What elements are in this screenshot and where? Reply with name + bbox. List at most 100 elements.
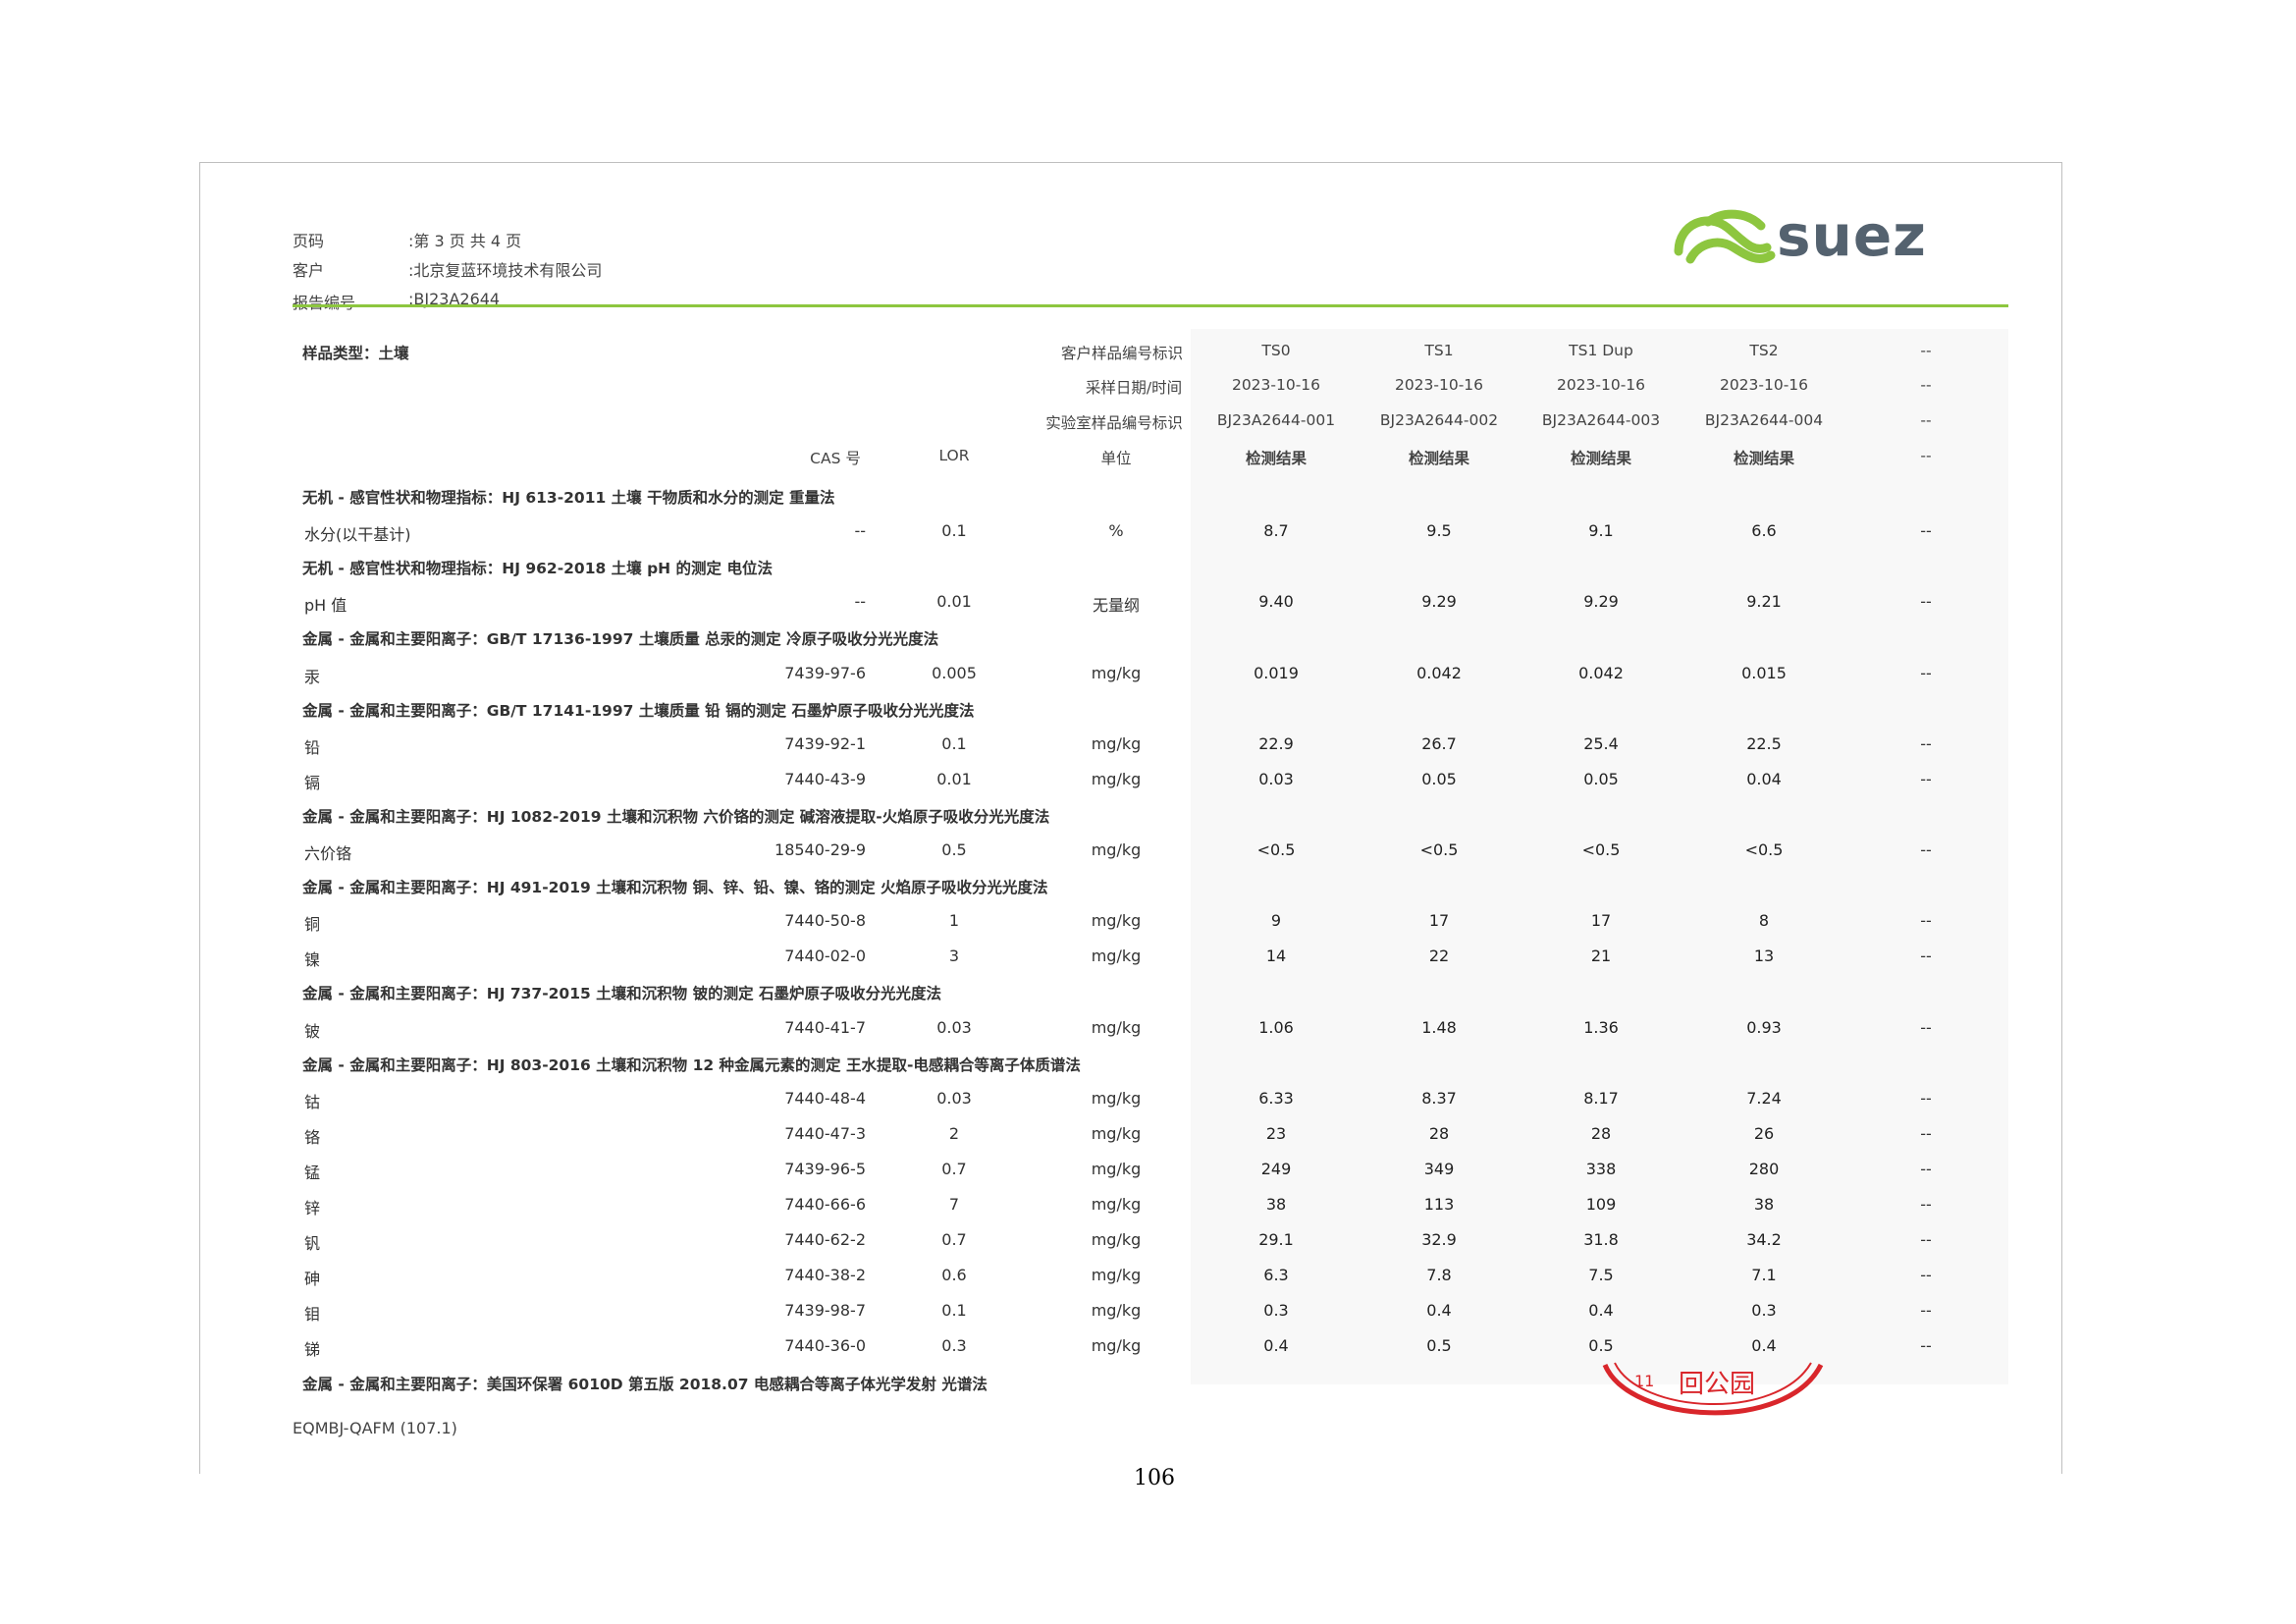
analyte-name: 钒: [304, 1234, 321, 1254]
table-header-row-2: 采样日期/时间 2023-10-16 2023-10-16 2023-10-16…: [0, 376, 2296, 406]
col-result-label: 检测结果: [1733, 450, 1795, 467]
client-value: :北京复蓝环境技术有限公司: [408, 261, 603, 280]
unit-value: mg/kg: [1091, 1159, 1142, 1178]
method-section-row: 金属 - 金属和主要阳离子：GB/T 17136-1997 土壤质量 总汞的测定…: [0, 627, 2296, 657]
result-value: 38: [1753, 1195, 1775, 1214]
result-value: 1.48: [1421, 1017, 1457, 1037]
method-section-row: 无机 - 感官性状和物理指标：HJ 613-2011 土壤 干物质和水分的测定 …: [0, 486, 2296, 515]
result-value: 0.4: [1588, 1301, 1614, 1321]
table-row: 锰 7439-96-5 0.7 mg/kg 249 349 338 280 --: [0, 1160, 2296, 1189]
result-value: 9.1: [1588, 521, 1614, 541]
lor-value: 0.1: [941, 733, 967, 753]
result-value: 29.1: [1258, 1230, 1294, 1250]
result-value: 0.042: [1578, 663, 1624, 682]
result-value: 6.3: [1263, 1266, 1289, 1285]
analyte-name: 钼: [304, 1305, 321, 1325]
analyte-name: 锰: [304, 1163, 321, 1182]
lor-value: 0.6: [941, 1266, 967, 1285]
result-value: 8.37: [1421, 1088, 1457, 1108]
analyte-name: 六价铬: [304, 844, 352, 863]
extra-value: --: [1920, 521, 1932, 541]
method-section-row: 金属 - 金属和主要阳离子：GB/T 17141-1997 土壤质量 铅 镉的测…: [0, 699, 2296, 729]
result-value: <0.5: [1744, 840, 1784, 859]
col-date: 2023-10-16: [1719, 376, 1809, 394]
result-value: 7.1: [1751, 1266, 1777, 1285]
result-value: 349: [1423, 1159, 1455, 1178]
lor-label: LOR: [938, 447, 970, 464]
table-row: 砷 7440-38-2 0.6 mg/kg 6.3 7.8 7.5 7.1 --: [0, 1266, 2296, 1295]
result-value: 0.05: [1583, 769, 1619, 788]
col-client-id: TS1 Dup: [1569, 342, 1633, 359]
result-value: 1.06: [1258, 1017, 1294, 1037]
result-value: 28: [1590, 1123, 1612, 1143]
table-header-row-1: 样品类型：土壤 客户样品编号标识 TS0 TS1 TS1 Dup TS2 --: [0, 342, 2296, 371]
col-result-label: 检测结果: [1408, 450, 1470, 467]
cas-number: 7440-41-7: [784, 1017, 866, 1037]
result-value: 8: [1758, 911, 1770, 931]
col-date: 2023-10-16: [1556, 376, 1646, 394]
lor-value: 3: [948, 947, 960, 966]
result-value: 6.33: [1258, 1088, 1294, 1108]
result-value: 0.93: [1746, 1017, 1782, 1037]
result-value: 17: [1428, 911, 1450, 931]
cas-number: 18540-29-9: [774, 840, 866, 859]
table-row: 镉 7440-43-9 0.01 mg/kg 0.03 0.05 0.05 0.04 --: [0, 770, 2296, 799]
analyte-name: pH 值: [304, 596, 347, 616]
extra-value: --: [1920, 733, 1932, 753]
analyte-name: 锑: [304, 1340, 321, 1360]
result-value: 0.4: [1426, 1301, 1452, 1321]
result-value: 25.4: [1583, 733, 1619, 753]
extra-value: --: [1920, 1017, 1932, 1037]
result-value: 26: [1753, 1123, 1775, 1143]
result-value: 0.019: [1254, 663, 1299, 682]
result-value: 38: [1265, 1195, 1287, 1214]
cas-label: CAS 号: [810, 450, 861, 467]
table-row: pH 值 -- 0.01 无量纲 9.40 9.29 9.29 9.21 --: [0, 592, 2296, 622]
method-title: 金属 - 金属和主要阳离子：美国环保署 6010D 第五版 2018.07 电感…: [302, 1375, 988, 1393]
lor-value: 0.005: [932, 663, 977, 682]
lor-value: 7: [948, 1195, 960, 1214]
table-row: 汞 7439-97-6 0.005 mg/kg 0.019 0.042 0.042 0.015…: [0, 664, 2296, 693]
header-info: 页码 :第 3 页 共 4 页 客户 :北京复蓝环境技术有限公司 报告编号 :B…: [293, 226, 881, 324]
extra-col: --: [1920, 447, 1932, 464]
cas-number: 7440-66-6: [784, 1195, 866, 1214]
result-value: 26.7: [1421, 733, 1457, 753]
result-value: 21: [1590, 947, 1612, 966]
cas-number: 7440-62-2: [784, 1230, 866, 1250]
extra-col: --: [1920, 376, 1932, 394]
form-code: EQMBJ-QAFM (107.1): [293, 1419, 457, 1437]
extra-value: --: [1920, 1123, 1932, 1143]
unit-value: mg/kg: [1091, 769, 1142, 788]
unit-value: mg/kg: [1091, 947, 1142, 966]
result-value: 9.21: [1746, 592, 1782, 612]
method-section-row: 金属 - 金属和主要阳离子：HJ 803-2016 土壤和沉积物 12 种金属元…: [0, 1054, 2296, 1083]
unit-value: mg/kg: [1091, 1266, 1142, 1285]
extra-value: --: [1920, 769, 1932, 788]
method-title: 无机 - 感官性状和物理指标：HJ 613-2011 土壤 干物质和水分的测定 …: [302, 489, 835, 507]
unit-value: mg/kg: [1091, 840, 1142, 859]
table-row: 镍 7440-02-0 3 mg/kg 14 22 21 13 --: [0, 947, 2296, 976]
lor-value: 2: [948, 1123, 960, 1143]
sample-date-label: 采样日期/时间: [1085, 379, 1183, 397]
method-section-row: 金属 - 金属和主要阳离子：HJ 1082-2019 土壤和沉积物 六价铬的测定…: [0, 805, 2296, 835]
page-value: :第 3 页 共 4 页: [408, 232, 522, 250]
result-value: 109: [1585, 1195, 1617, 1214]
result-value: <0.5: [1581, 840, 1621, 859]
result-value: 0.05: [1421, 769, 1457, 788]
table-row: 钴 7440-48-4 0.03 mg/kg 6.33 8.37 8.17 7.24 --: [0, 1089, 2296, 1118]
table-row: 铬 7440-47-3 2 mg/kg 23 28 28 26 --: [0, 1124, 2296, 1154]
analyte-name: 水分(以干基计): [304, 525, 411, 545]
result-value: 280: [1748, 1159, 1780, 1178]
unit-value: mg/kg: [1091, 663, 1142, 682]
unit-value: mg/kg: [1091, 911, 1142, 931]
cas-number: 7440-48-4: [784, 1088, 866, 1108]
result-value: 8.7: [1263, 521, 1289, 541]
lor-value: 0.01: [936, 769, 972, 788]
analyte-name: 铅: [304, 737, 321, 757]
result-value: 0.03: [1258, 769, 1294, 788]
unit-value: mg/kg: [1091, 1123, 1142, 1143]
analyte-name: 锌: [304, 1199, 321, 1218]
result-value: 113: [1423, 1195, 1455, 1214]
result-value: 0.5: [1426, 1336, 1452, 1356]
result-value: 9: [1270, 911, 1282, 931]
